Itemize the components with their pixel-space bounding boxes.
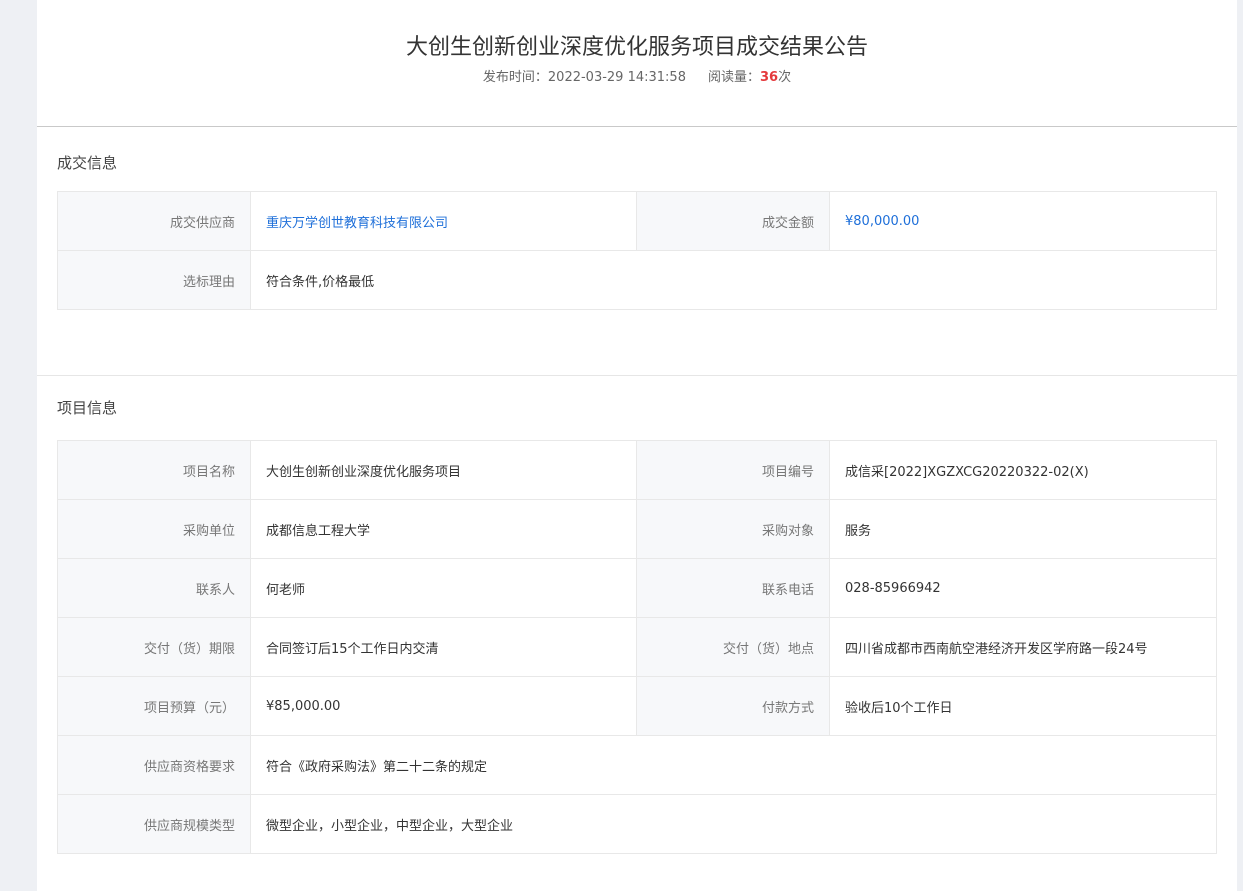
phone-value: 028-85966942 bbox=[829, 558, 1217, 618]
budget-label: 项目预算（元） bbox=[57, 676, 251, 736]
page-title: 大创生创新创业深度优化服务项目成交结果公告 bbox=[405, 35, 868, 60]
payment-method-value: 验收后10个工作日 bbox=[829, 676, 1217, 736]
selection-reason-value: 符合条件,价格最低 bbox=[250, 250, 1217, 310]
publish-time: 2022-03-29 14:31:58 bbox=[547, 70, 686, 85]
delivery-term-label: 交付（货）期限 bbox=[57, 617, 251, 677]
supplier-scale-value: 微型企业，小型企业，中型企业，大型企业 bbox=[250, 794, 1217, 854]
table-row: 项目预算（元） ¥85,000.00 付款方式 验收后10个工作日 bbox=[57, 676, 1217, 736]
table-row: 采购单位 成都信息工程大学 采购对象 服务 bbox=[57, 499, 1217, 559]
announcement-header: 大创生创新创业深度优化服务项目成交结果公告 发布时间：2022-03-29 14… bbox=[37, 0, 1237, 127]
qualification-value: 符合《政府采购法》第二十二条的规定 bbox=[250, 735, 1217, 795]
delivery-place-label: 交付（货）地点 bbox=[636, 617, 830, 677]
project-name-label: 项目名称 bbox=[57, 440, 251, 500]
table-row: 成交供应商 重庆万学创世教育科技有限公司 成交金额 ¥80,000.00 bbox=[57, 191, 1217, 251]
project-number-label: 项目编号 bbox=[636, 440, 830, 500]
delivery-place-value: 四川省成都市西南航空港经济开发区学府路一段24号 bbox=[829, 617, 1217, 677]
qualification-label: 供应商资格要求 bbox=[57, 735, 251, 795]
announcement-meta: 发布时间：2022-03-29 14:31:58 阅读量：36次 bbox=[37, 69, 1237, 87]
deal-amount-value: ¥80,000.00 bbox=[829, 191, 1217, 251]
views-label: 阅读量： bbox=[707, 70, 760, 85]
table-row: 选标理由 符合条件,价格最低 bbox=[57, 250, 1217, 310]
deal-info-table: 成交供应商 重庆万学创世教育科技有限公司 成交金额 ¥80,000.00 选标理… bbox=[57, 191, 1217, 310]
purchase-object-value: 服务 bbox=[829, 499, 1217, 559]
deal-amount-label: 成交金额 bbox=[636, 191, 830, 251]
supplier-label: 成交供应商 bbox=[57, 191, 251, 251]
supplier-link[interactable]: 重庆万学创世教育科技有限公司 bbox=[250, 191, 637, 251]
views-unit: 次 bbox=[778, 70, 792, 85]
budget-value: ¥85,000.00 bbox=[250, 676, 637, 736]
contact-value: 何老师 bbox=[250, 558, 637, 618]
project-info-table: 项目名称 大创生创新创业深度优化服务项目 项目编号 成信采[2022]XGZXC… bbox=[57, 440, 1217, 854]
table-row: 交付（货）期限 合同签订后15个工作日内交清 交付（货）地点 四川省成都市西南航… bbox=[57, 617, 1217, 677]
project-section-title: 项目信息 bbox=[57, 399, 118, 417]
delivery-term-value: 合同签订后15个工作日内交清 bbox=[250, 617, 637, 677]
selection-reason-label: 选标理由 bbox=[57, 250, 251, 310]
views-count: 36 bbox=[760, 70, 779, 85]
table-row: 供应商资格要求 符合《政府采购法》第二十二条的规定 bbox=[57, 735, 1217, 795]
purchaser-label: 采购单位 bbox=[57, 499, 251, 559]
purchaser-value: 成都信息工程大学 bbox=[250, 499, 637, 559]
table-row: 联系人 何老师 联系电话 028-85966942 bbox=[57, 558, 1217, 618]
purchase-object-label: 采购对象 bbox=[636, 499, 830, 559]
project-number-value: 成信采[2022]XGZXCG20220322-02(X) bbox=[829, 440, 1217, 500]
publish-time-label: 发布时间： bbox=[482, 70, 548, 85]
table-row: 项目名称 大创生创新创业深度优化服务项目 项目编号 成信采[2022]XGZXC… bbox=[57, 440, 1217, 500]
phone-label: 联系电话 bbox=[636, 558, 830, 618]
project-name-value: 大创生创新创业深度优化服务项目 bbox=[250, 440, 637, 500]
payment-method-label: 付款方式 bbox=[636, 676, 830, 736]
contact-label: 联系人 bbox=[57, 558, 251, 618]
supplier-scale-label: 供应商规模类型 bbox=[57, 794, 251, 854]
announcement-page: 大创生创新创业深度优化服务项目成交结果公告 发布时间：2022-03-29 14… bbox=[37, 0, 1237, 891]
section-divider bbox=[37, 375, 1237, 376]
deal-section-title: 成交信息 bbox=[57, 154, 118, 172]
table-row: 供应商规模类型 微型企业，小型企业，中型企业，大型企业 bbox=[57, 794, 1217, 854]
